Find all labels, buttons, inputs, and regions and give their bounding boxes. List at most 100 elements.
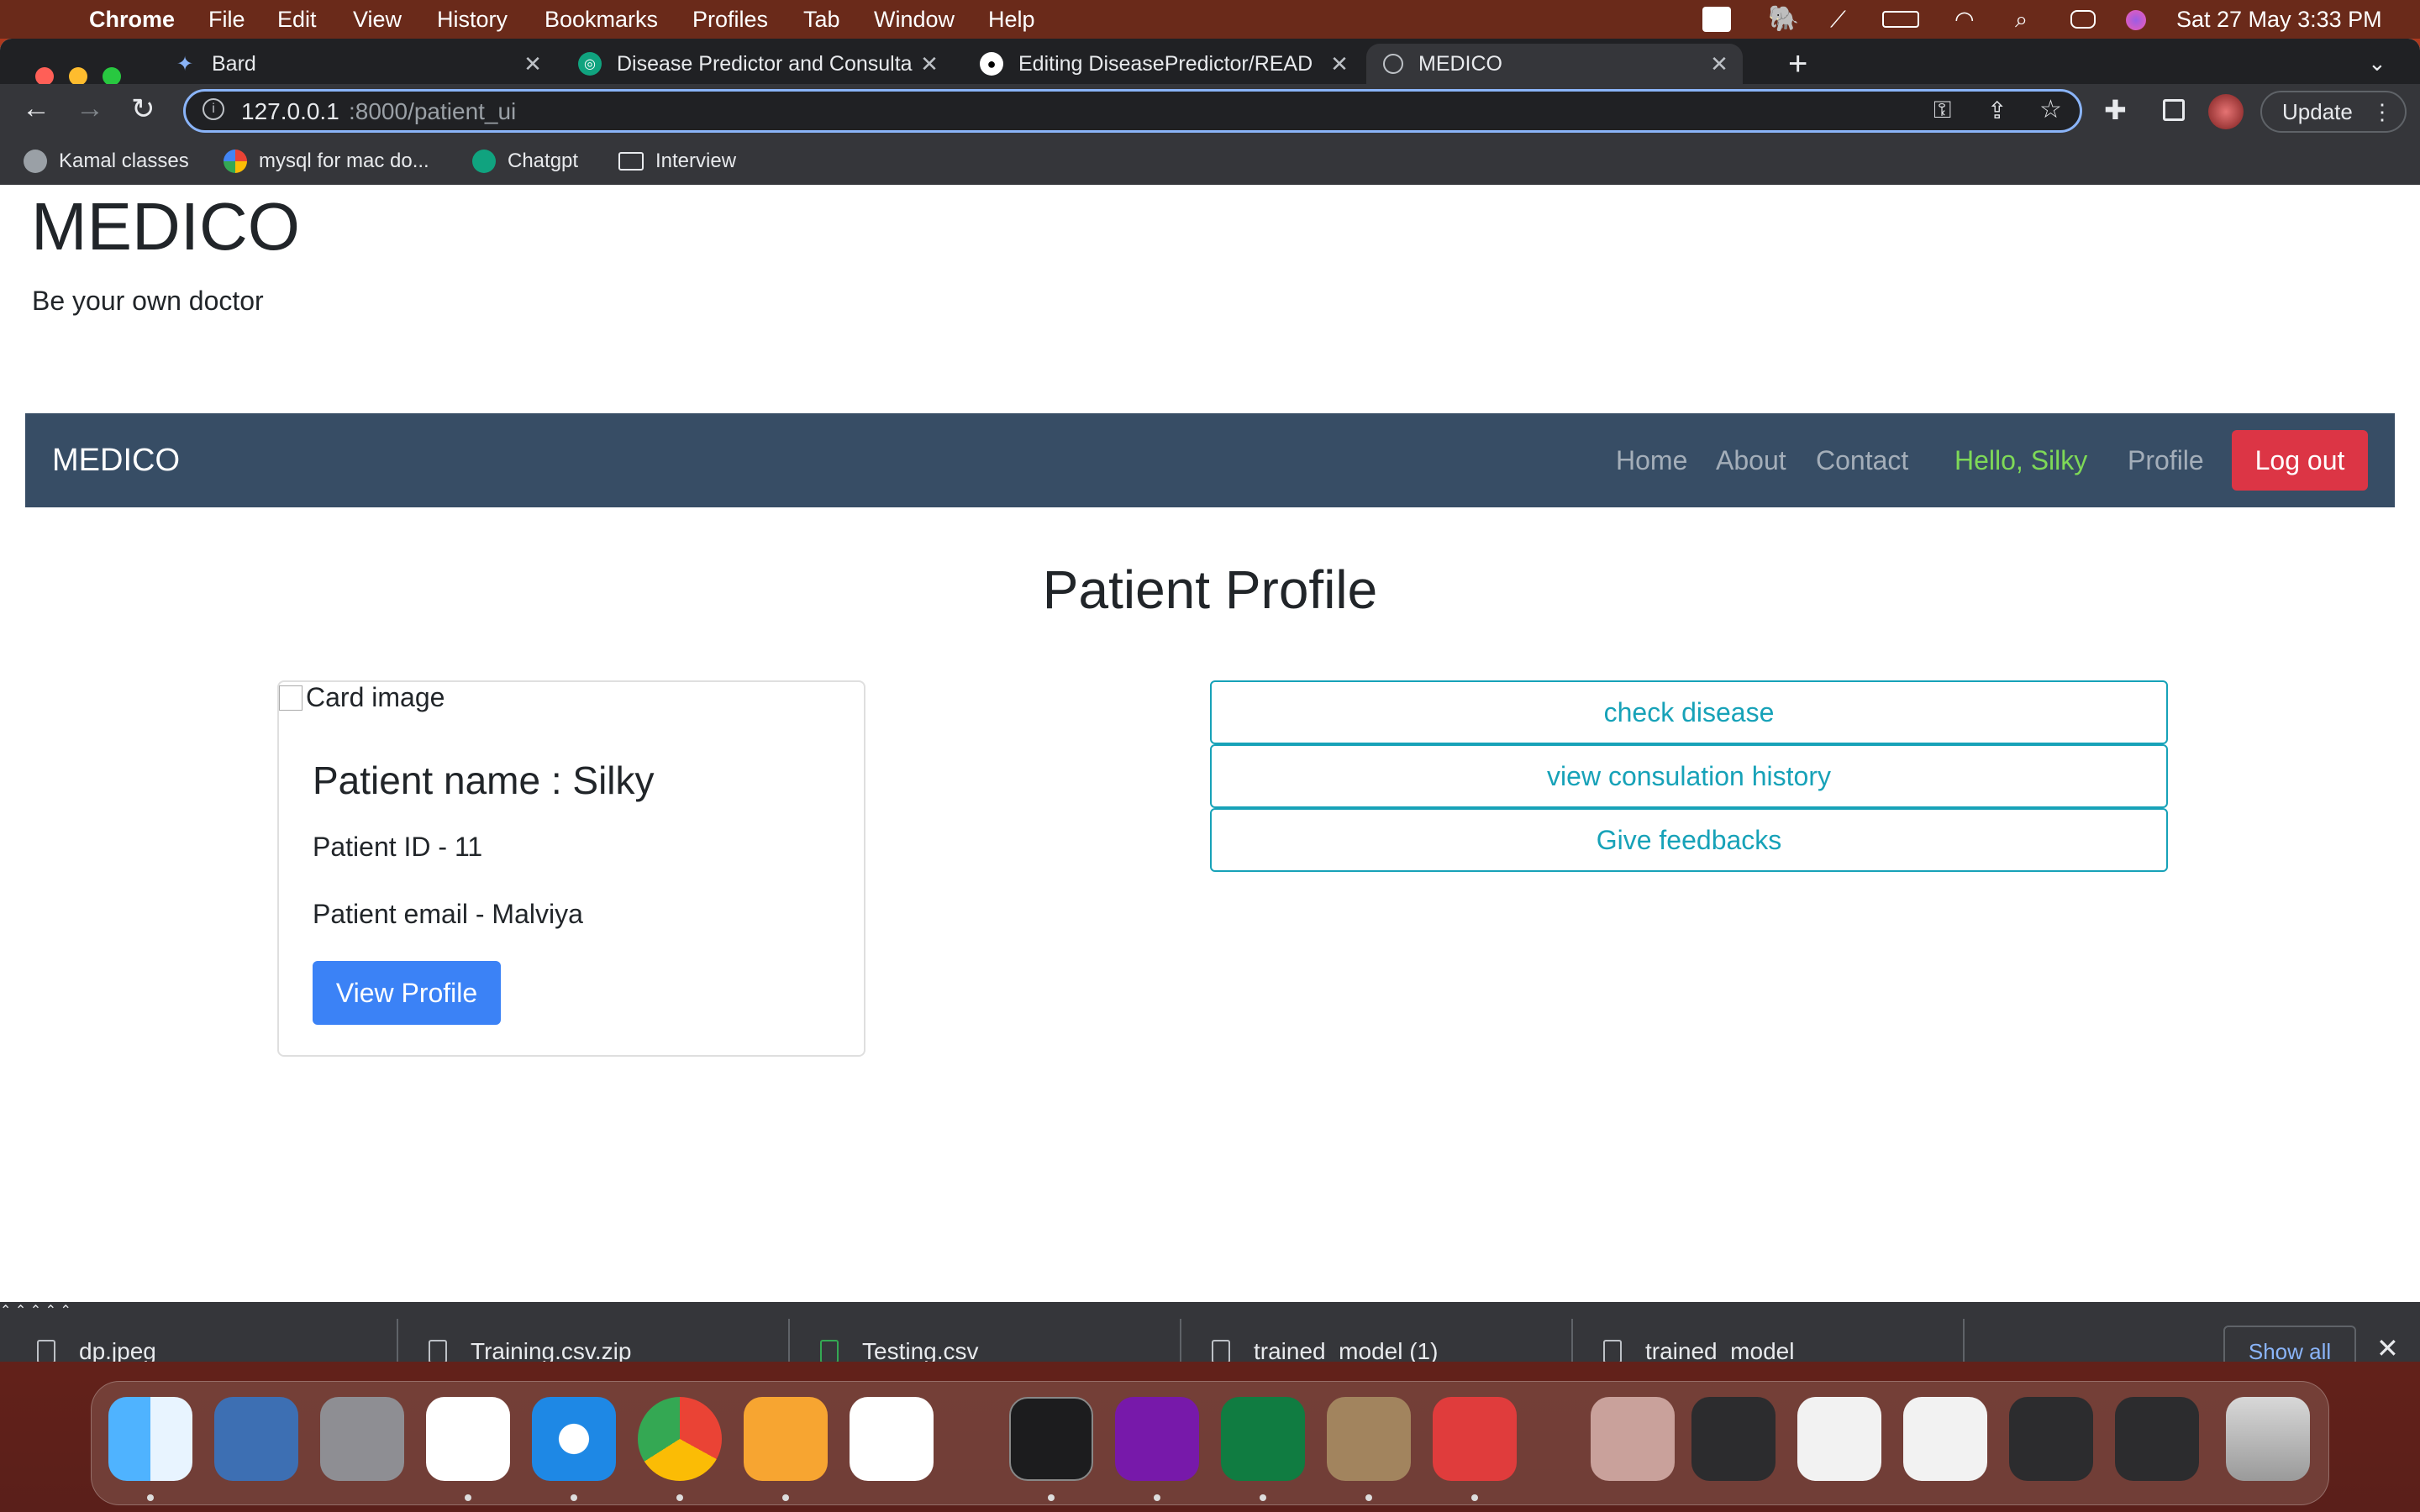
spotlight-search-icon[interactable]: ⌕: [2015, 0, 2028, 39]
nav-contact[interactable]: Contact: [1816, 413, 1908, 507]
document-thumbnail-icon[interactable]: [1903, 1397, 1987, 1481]
battery-icon[interactable]: [1882, 11, 1919, 28]
menu-app-name[interactable]: Chrome: [89, 0, 175, 39]
give-feedbacks-button[interactable]: Give feedbacks: [1210, 808, 2168, 872]
wps-status-icon[interactable]: [1702, 7, 1731, 32]
menu-view[interactable]: View: [353, 0, 402, 39]
check-disease-button[interactable]: check disease: [1210, 680, 2168, 744]
menu-help[interactable]: Help: [988, 0, 1035, 39]
tab-disease-predictor[interactable]: ◎ Disease Predictor and Consulta ✕: [565, 44, 951, 84]
trash-icon[interactable]: [2226, 1397, 2310, 1481]
window-thumbnail-icon[interactable]: [2115, 1397, 2199, 1481]
view-consultation-history-button[interactable]: view consulation history: [1210, 744, 2168, 808]
minimize-window-button[interactable]: [69, 67, 87, 86]
tab-title: Disease Predictor and Consulta: [617, 51, 913, 76]
siri-icon[interactable]: [2126, 10, 2146, 30]
chrome-icon[interactable]: [638, 1397, 722, 1481]
update-button[interactable]: Update ⋮: [2260, 91, 2407, 133]
tab-medico[interactable]: MEDICO ✕: [1366, 44, 1743, 84]
key-icon[interactable]: ⚿: [1933, 97, 1951, 124]
close-icon[interactable]: ✕: [1328, 51, 1351, 77]
onenote-icon[interactable]: [1115, 1397, 1199, 1481]
download-item[interactable]: dp.jpeg: [37, 1302, 373, 1362]
zoom-window-button[interactable]: [103, 67, 121, 86]
bookmark-mysql[interactable]: mysql for mac do...: [224, 138, 429, 185]
close-downloads-icon[interactable]: ✕: [2376, 1332, 2399, 1362]
new-tab-button[interactable]: +: [1788, 45, 1807, 83]
menu-bar: Chrome File Edit View History Bookmarks …: [0, 0, 2420, 39]
menu-window[interactable]: Window: [874, 0, 955, 39]
logout-button[interactable]: Log out: [2232, 430, 2368, 491]
nav-profile[interactable]: Profile: [2128, 413, 2204, 507]
forward-arrow-icon[interactable]: →: [76, 92, 104, 125]
tab-github-editing[interactable]: ● Editing DiseasePredictor/READ ✕: [966, 44, 1361, 84]
terminal-icon[interactable]: [1009, 1397, 1093, 1481]
window-thumbnail-icon[interactable]: [2009, 1397, 2093, 1481]
share-icon[interactable]: ⇪: [1987, 97, 2007, 124]
menu-bookmarks[interactable]: Bookmarks: [544, 0, 658, 39]
bookmark-star-icon[interactable]: ☆: [2039, 95, 2062, 124]
more-menu-icon[interactable]: ⋮: [2371, 92, 2393, 131]
divider: [1571, 1319, 1573, 1362]
close-icon[interactable]: ✕: [521, 51, 544, 77]
close-window-button[interactable]: [35, 67, 54, 86]
document-thumbnail-icon[interactable]: [1797, 1397, 1881, 1481]
menu-history[interactable]: History: [437, 0, 508, 39]
nav-home[interactable]: Home: [1616, 413, 1687, 507]
menu-profiles[interactable]: Profiles: [692, 0, 768, 39]
bookmark-chatgpt[interactable]: Chatgpt: [472, 138, 578, 185]
control-center-icon[interactable]: [2070, 10, 2096, 29]
bluetooth-off-icon[interactable]: ⟋: [1830, 0, 1846, 39]
page-title: Patient Profile: [1042, 559, 1378, 620]
view-profile-button[interactable]: View Profile: [313, 961, 501, 1025]
freeform-icon[interactable]: [850, 1397, 934, 1481]
menu-edit[interactable]: Edit: [277, 0, 317, 39]
site-tagline: Be your own doctor: [32, 286, 264, 316]
tab-title: MEDICO: [1418, 51, 1502, 76]
excel-icon[interactable]: [1221, 1397, 1305, 1481]
download-item[interactable]: Training.csv.zip: [429, 1302, 765, 1362]
photo-thumbnail-icon[interactable]: [1591, 1397, 1675, 1481]
tab-search-chevron-icon[interactable]: ⌄: [2368, 50, 2386, 76]
folder-icon: [618, 152, 644, 171]
download-item[interactable]: trained_model (1): [1212, 1302, 1548, 1362]
menu-tab[interactable]: Tab: [803, 0, 840, 39]
reload-icon[interactable]: ↻: [131, 92, 155, 126]
elephant-status-icon[interactable]: 🐘: [1768, 0, 1799, 39]
menu-file[interactable]: File: [208, 0, 245, 39]
patient-email: Patient email - Malviya: [313, 899, 583, 929]
postgres-elephant-icon[interactable]: [214, 1397, 298, 1481]
finder-icon[interactable]: [108, 1397, 192, 1481]
show-all-downloads-button[interactable]: Show all: [2223, 1326, 2356, 1362]
vscode-icon[interactable]: [426, 1397, 510, 1481]
address-bar[interactable]: i 127.0.0.1 :8000/patient_ui ⚿ ⇪ ☆: [183, 89, 2082, 133]
safari-icon[interactable]: [532, 1397, 616, 1481]
chevron-up-icon[interactable]: ⌃: [0, 1304, 11, 1318]
side-panel-icon[interactable]: [2163, 99, 2185, 121]
profile-avatar[interactable]: [2208, 94, 2244, 129]
menu-clock[interactable]: Sat 27 May 3:33 PM: [2176, 0, 2382, 39]
bookmark-folder-interview[interactable]: Interview: [618, 138, 736, 185]
contacts-icon[interactable]: [1327, 1397, 1411, 1481]
launchpad-icon[interactable]: [320, 1397, 404, 1481]
site-title: MEDICO: [31, 189, 300, 264]
bookmark-kamal-classes[interactable]: Kamal classes: [24, 138, 189, 185]
back-arrow-icon[interactable]: ←: [22, 92, 50, 125]
nav-about[interactable]: About: [1716, 413, 1786, 507]
navbar-brand[interactable]: MEDICO: [52, 413, 180, 507]
divider: [1963, 1319, 1965, 1362]
running-indicator: [782, 1494, 789, 1501]
download-item[interactable]: Testing.csv: [820, 1302, 1156, 1362]
wifi-icon[interactable]: ◠: [1954, 0, 1975, 39]
wps-office-icon[interactable]: [1433, 1397, 1517, 1481]
window-thumbnail-icon[interactable]: [1691, 1397, 1776, 1481]
running-indicator: [1471, 1494, 1478, 1501]
pages-icon[interactable]: [744, 1397, 828, 1481]
tab-bard[interactable]: ✦ Bard ✕: [160, 44, 555, 84]
download-item[interactable]: trained_model: [1603, 1302, 1939, 1362]
chevron-up-icon[interactable]: ⌃: [15, 1304, 26, 1318]
close-icon[interactable]: ✕: [918, 51, 941, 77]
extensions-puzzle-icon[interactable]: ✚: [2104, 94, 2127, 126]
site-info-icon[interactable]: i: [203, 98, 224, 120]
close-icon[interactable]: ✕: [1707, 51, 1731, 77]
